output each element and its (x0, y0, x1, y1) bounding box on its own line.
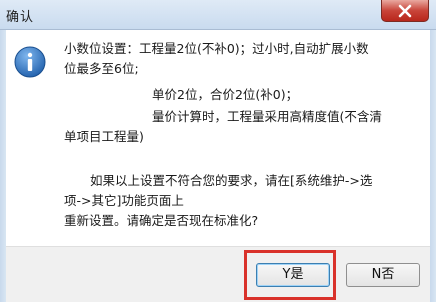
title-bar: 确认 (0, 0, 436, 30)
window-title: 确认 (6, 10, 35, 25)
message-line-2: 位最多至6位; (64, 61, 139, 76)
highlight-box (244, 250, 336, 300)
message-line-8: 重新设置。请确定是否现在标准化? (64, 213, 259, 228)
message-line-6: 如果以上设置不符合您的要求，请在[系统维护->选 (90, 173, 373, 188)
close-icon (398, 4, 412, 18)
window-frame-right (430, 30, 436, 302)
message-line-3: 单价2位，合价2位(补0)； (152, 87, 299, 102)
message-line-4: 量价计算时，工程量采用高精度值(不含清 (152, 109, 382, 124)
no-button[interactable]: N否 (346, 263, 420, 287)
message-line-5: 单项目工程量) (64, 129, 144, 144)
message-line-7: 项->其它]功能页面上 (64, 193, 184, 208)
close-button[interactable] (381, 0, 429, 22)
dialog-body: 小数位设置：工程量2位(不补0)；过小时,自动扩展小数 位最多至6位; 单价2位… (6, 30, 430, 302)
message-line-1: 小数位设置：工程量2位(不补0)；过小时,自动扩展小数 (64, 41, 369, 56)
info-icon (14, 46, 46, 78)
